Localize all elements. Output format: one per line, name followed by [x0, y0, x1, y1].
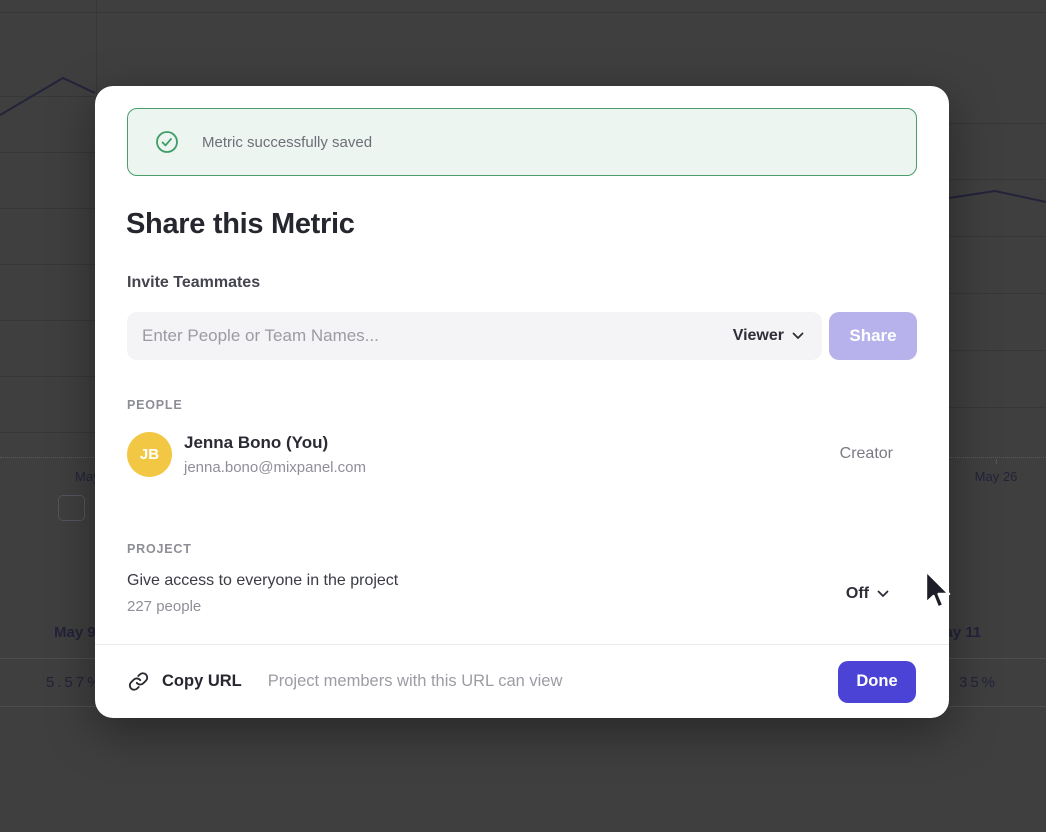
chevron-down-icon: [877, 590, 889, 598]
invite-field: Viewer: [127, 312, 822, 360]
invite-input[interactable]: [142, 326, 733, 346]
avatar: JB: [127, 432, 172, 477]
modal-footer: Copy URL Project members with this URL c…: [95, 644, 949, 718]
check-circle-icon: [155, 130, 179, 154]
share-button[interactable]: Share: [829, 312, 917, 360]
project-access-row: Give access to everyone in the project 2…: [127, 572, 889, 615]
breakdown-date-left: May 9: [54, 624, 96, 641]
project-access-title: Give access to everyone in the project: [127, 572, 398, 590]
breakdown-value-right: 35%: [959, 674, 998, 691]
invite-teammates-label: Invite Teammates: [127, 274, 260, 292]
person-row: JB Jenna Bono (You) jenna.bono@mixpanel.…: [127, 431, 893, 477]
url-permission-hint: Project members with this URL can view: [268, 672, 563, 691]
person-email: jenna.bono@mixpanel.com: [184, 459, 366, 476]
project-access-meta: Give access to everyone in the project 2…: [127, 572, 398, 615]
project-access-dropdown[interactable]: Off: [846, 585, 889, 603]
chevron-down-icon: [792, 332, 804, 340]
x-axis-label-right: May 26: [963, 469, 1029, 484]
link-icon: [128, 671, 149, 692]
success-banner: Metric successfully saved: [127, 108, 917, 176]
role-dropdown[interactable]: Viewer: [733, 327, 804, 345]
person-meta: Jenna Bono (You) jenna.bono@mixpanel.com: [184, 433, 366, 476]
share-metric-modal: Metric successfully saved Share this Met…: [95, 86, 949, 718]
invite-input-row: Viewer Share: [127, 312, 917, 360]
modal-title: Share this Metric: [126, 208, 355, 241]
success-banner-message: Metric successfully saved: [202, 134, 372, 151]
project-access-dropdown-value: Off: [846, 585, 869, 603]
person-role-badge: Creator: [840, 445, 893, 463]
project-access-count: 227 people: [127, 598, 398, 615]
done-button[interactable]: Done: [838, 661, 916, 703]
project-heading: PROJECT: [127, 542, 192, 556]
copy-url-label: Copy URL: [162, 672, 242, 691]
role-dropdown-value: Viewer: [733, 327, 784, 345]
chart-axis-chip: [58, 495, 85, 521]
people-heading: PEOPLE: [127, 398, 183, 412]
copy-url-button[interactable]: Copy URL: [128, 671, 242, 692]
person-name: Jenna Bono (You): [184, 433, 366, 453]
